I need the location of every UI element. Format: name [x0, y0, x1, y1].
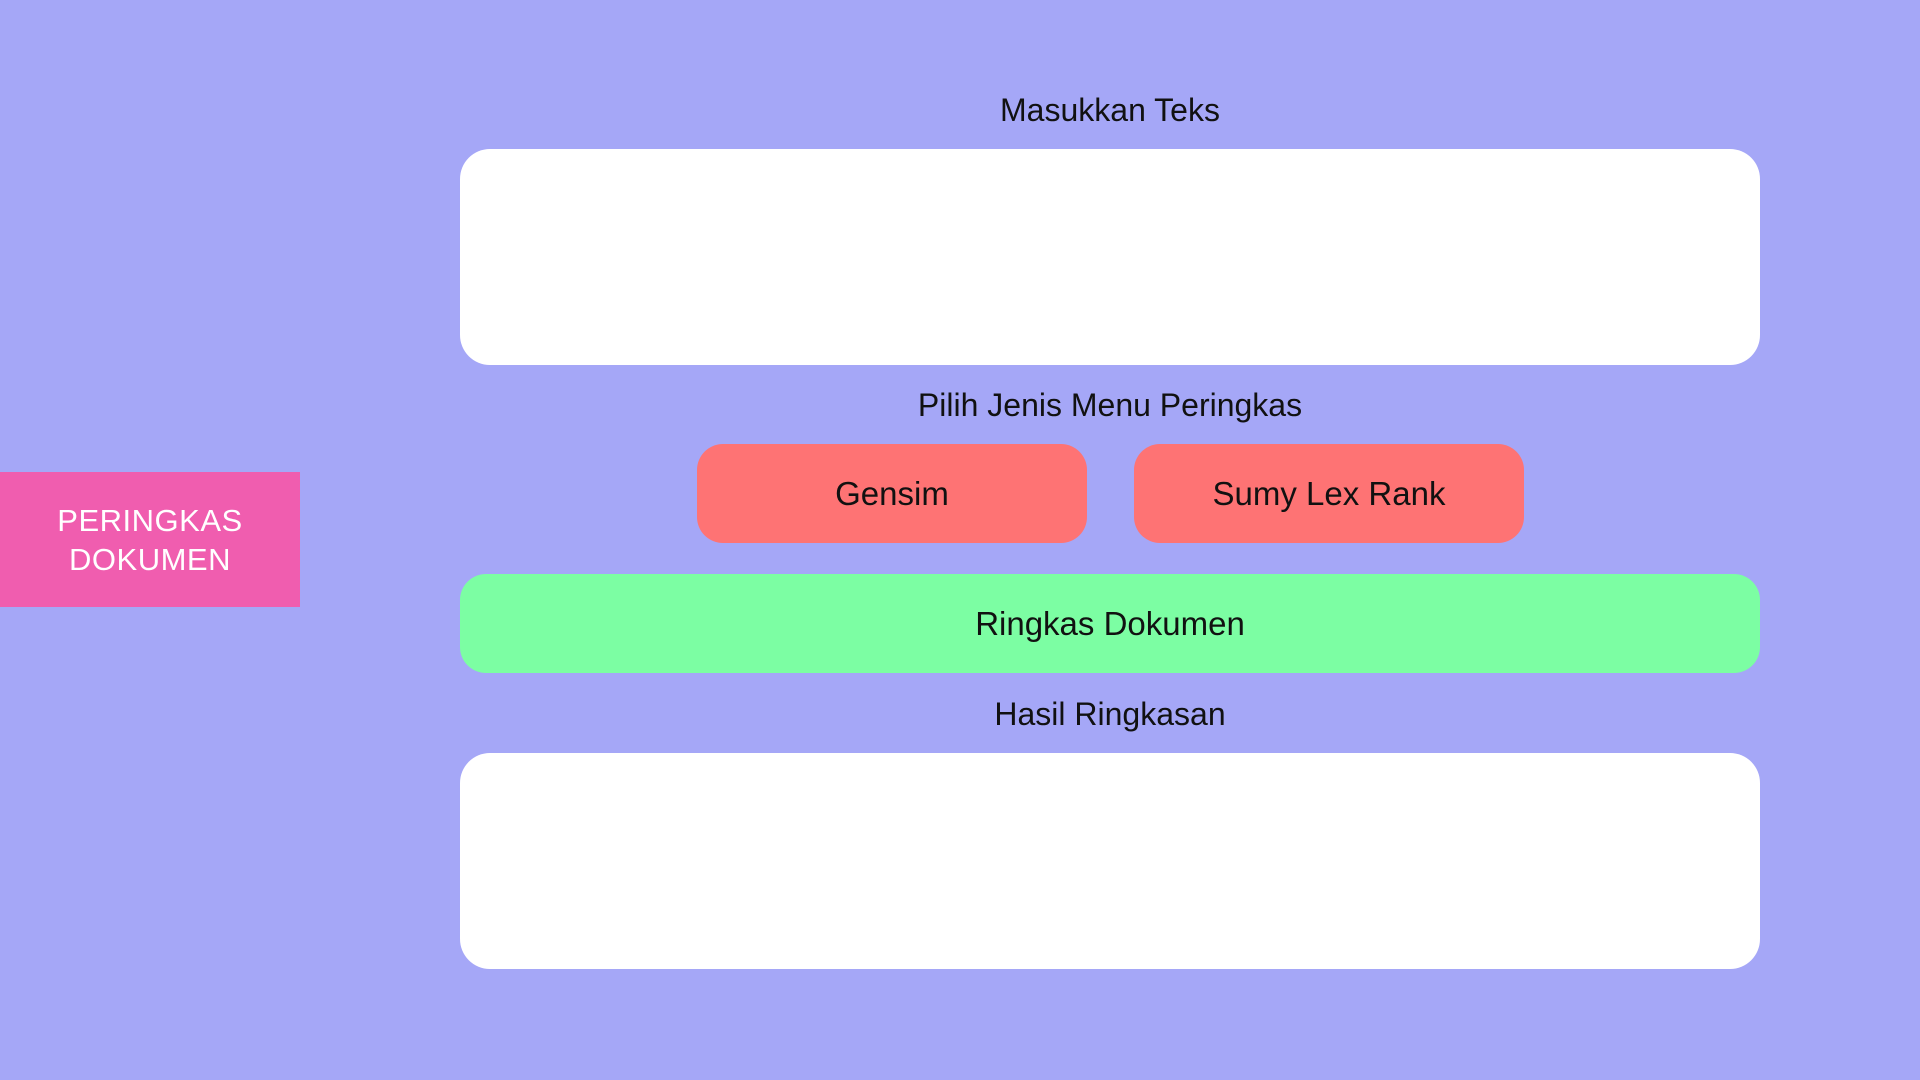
input-text-area[interactable]	[460, 149, 1760, 365]
method-section-label: Pilih Jenis Menu Peringkas	[917, 387, 1303, 423]
logo-text-line-1: PERINGKAS	[57, 502, 243, 538]
app-logo: PERINGKAS DOKUMEN	[0, 472, 300, 607]
sumy-lex-rank-button[interactable]: Sumy Lex Rank	[1134, 444, 1524, 543]
result-section-label: Hasil Ringkasan	[994, 696, 1226, 732]
input-section-label: Masukkan Teks	[1000, 92, 1220, 128]
summarize-document-button[interactable]: Ringkas Dokumen	[460, 574, 1760, 673]
logo-text-line-2: DOKUMEN	[69, 541, 231, 577]
gensim-button[interactable]: Gensim	[697, 444, 1087, 543]
result-text-area[interactable]	[460, 753, 1760, 969]
